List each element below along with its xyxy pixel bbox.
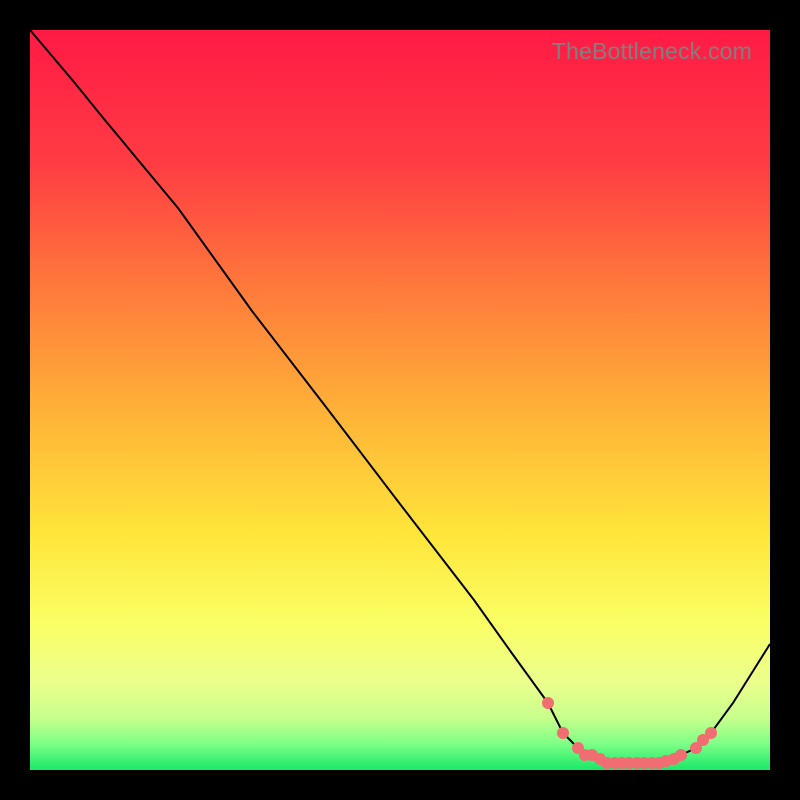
gradient-background (30, 30, 770, 770)
bottleneck-chart (30, 30, 770, 770)
watermark-text: TheBottleneck.com (552, 38, 752, 65)
chart-frame: TheBottleneck.com (30, 30, 770, 770)
